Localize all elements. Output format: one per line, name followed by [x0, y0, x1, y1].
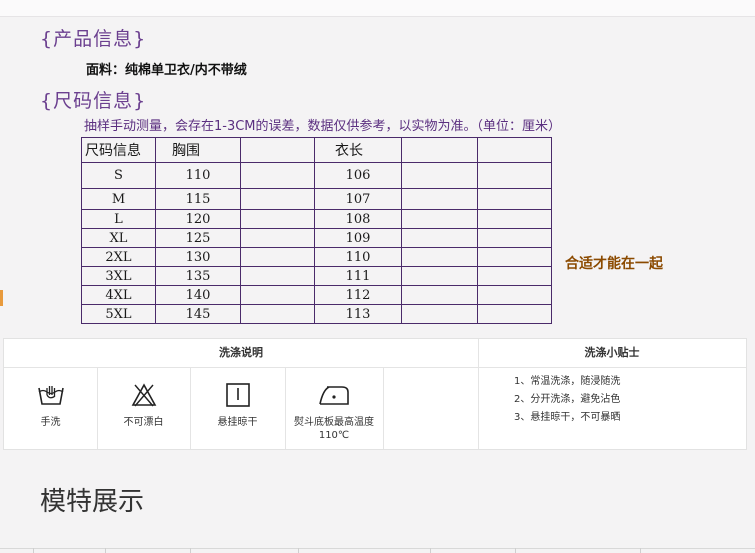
care-item-no-bleach: 不可漂白 — [97, 368, 190, 448]
length-cell: 113 — [314, 304, 402, 324]
hang-dry-icon — [190, 382, 285, 410]
table-header-row: 尺码信息 胸围 衣长 — [81, 137, 552, 163]
care-label: 手洗 — [40, 417, 61, 428]
length-cell: 107 — [314, 188, 402, 210]
chest-cell: 125 — [155, 228, 241, 248]
length-cell: 106 — [314, 162, 402, 189]
size-cell: M — [81, 188, 156, 210]
slogan-text: 合适才能在一起 — [565, 256, 663, 272]
tip-item: 2、分开洗涤，避免沾色 — [514, 394, 621, 405]
washing-tips-title: 洗涤小贴士 — [584, 346, 640, 359]
table-row: S 110 106 — [81, 162, 552, 189]
tip-item: 1、常温洗涤，随浸随洗 — [514, 376, 621, 387]
washing-panel: 洗涤说明 洗涤小贴士 手洗 不可漂白 悬挂晾干 熨斗底板最高温度110℃ 1、常… — [3, 338, 747, 450]
size-cell: 4XL — [81, 285, 156, 305]
fabric-text: 面料：纯棉单卫衣/内不带绒 — [86, 63, 247, 78]
divider — [430, 548, 431, 553]
care-item-iron: 熨斗底板最高温度110℃ — [285, 368, 383, 448]
chest-cell: 140 — [155, 285, 241, 305]
table-row: XL 125 109 — [81, 228, 552, 248]
iron-icon — [285, 382, 383, 410]
length-cell: 111 — [314, 266, 402, 286]
care-label: 不可漂白 — [123, 417, 164, 428]
divider — [33, 548, 34, 553]
table-row: 5XL 145 113 — [81, 304, 552, 324]
length-cell: 112 — [314, 285, 402, 305]
care-label: 熨斗底板最高温度110℃ — [294, 417, 374, 441]
hand-wash-icon — [4, 382, 97, 410]
no-bleach-icon — [97, 382, 190, 410]
top-bar — [0, 0, 755, 17]
header-empty-2 — [401, 137, 478, 163]
divider — [383, 368, 384, 449]
length-cell: 109 — [314, 228, 402, 248]
table-row: L 120 108 — [81, 209, 552, 229]
size-cell: S — [81, 162, 156, 189]
length-cell: 108 — [314, 209, 402, 229]
divider — [515, 548, 516, 553]
washing-tips-list: 1、常温洗涤，随浸随洗 2、分开洗涤，避免沾色 3、悬挂晾干，不可暴晒 — [514, 373, 620, 427]
model-showcase-title: 模特展示 — [40, 487, 145, 517]
tip-item: 3、悬挂晾干，不可暴晒 — [514, 412, 621, 423]
divider — [640, 548, 641, 553]
chest-cell: 135 — [155, 266, 241, 286]
size-table: 尺码信息 胸围 衣长 S 110 106 M 115 107 L 120 108 XL 125… — [81, 137, 552, 324]
size-cell: XL — [81, 228, 156, 248]
divider — [478, 339, 479, 449]
chest-cell: 120 — [155, 209, 241, 229]
chest-cell: 145 — [155, 304, 241, 324]
header-chest: 胸围 — [155, 137, 241, 163]
size-cell: 2XL — [81, 247, 156, 267]
chest-cell: 115 — [155, 188, 241, 210]
header-length: 衣长 — [314, 137, 402, 163]
header-empty-3 — [477, 137, 552, 163]
chest-cell: 110 — [155, 162, 241, 189]
divider — [105, 548, 106, 553]
care-item-hang-dry: 悬挂晾干 — [190, 368, 285, 448]
product-info-title: {产品信息} — [40, 28, 147, 50]
divider — [298, 548, 299, 553]
header-size: 尺码信息 — [81, 137, 156, 163]
divider — [190, 548, 191, 553]
divider — [0, 548, 755, 549]
table-row: 4XL 140 112 — [81, 285, 552, 305]
edge-marker — [0, 290, 3, 306]
size-cell: 3XL — [81, 266, 156, 286]
size-cell: L — [81, 209, 156, 229]
table-row: 3XL 135 111 — [81, 266, 552, 286]
table-row: 2XL 130 110 — [81, 247, 552, 267]
care-item-hand-wash: 手洗 — [4, 368, 97, 448]
size-info-title: {尺码信息} — [40, 90, 147, 112]
header-empty-1 — [240, 137, 315, 163]
length-cell: 110 — [314, 247, 402, 267]
measurement-note: 抽样手动测量，会存在1-3CM的误差，数据仅供参考，以实物为准。（单位：厘米） — [84, 119, 562, 134]
chest-cell: 130 — [155, 247, 241, 267]
washing-title: 洗涤说明 — [219, 346, 263, 359]
care-label: 悬挂晾干 — [217, 417, 258, 428]
table-row: M 115 107 — [81, 188, 552, 210]
size-cell: 5XL — [81, 304, 156, 324]
